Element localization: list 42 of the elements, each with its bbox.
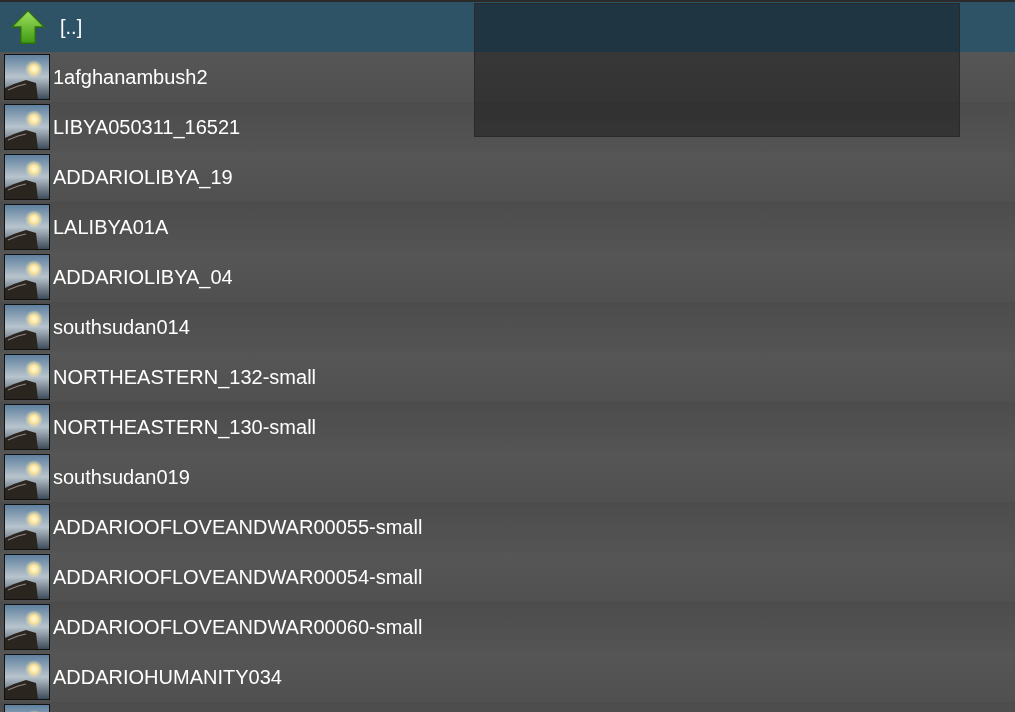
file-name: LALIBYA01A bbox=[53, 215, 169, 239]
file-row[interactable]: NORTHEASTERN_130-small bbox=[0, 402, 1015, 452]
file-row[interactable]: southsudan019 bbox=[0, 452, 1015, 502]
photo-thumbnail bbox=[4, 304, 50, 350]
file-row[interactable]: NORTHEASTERN_132-small bbox=[0, 352, 1015, 402]
file-row[interactable]: ADDARIOOFLOVEANDWAR00054-small bbox=[0, 552, 1015, 602]
photo-thumbnail bbox=[4, 104, 50, 150]
file-name: NORTHEASTERN_130-small bbox=[53, 415, 317, 439]
photo-thumbnail bbox=[4, 454, 50, 500]
file-row[interactable]: southsudan014 bbox=[0, 302, 1015, 352]
file-name: ADDARIOOFLOVEANDWAR00054-small bbox=[53, 565, 423, 589]
file-name: ADDARIOLIBYA_19 bbox=[53, 165, 233, 189]
photo-thumbnail bbox=[4, 154, 50, 200]
file-name: southsudan014 bbox=[53, 315, 190, 339]
file-name: ADDARIOHUMANITY034 bbox=[53, 665, 282, 689]
file-name: ADDARIOLIBYA_04 bbox=[53, 265, 233, 289]
file-row[interactable]: ADDARIOHUMANITY034 bbox=[0, 652, 1015, 702]
file-name: ADDARIOOFLOVEANDWAR00055-small bbox=[53, 515, 423, 539]
photo-thumbnail bbox=[4, 504, 50, 550]
file-row[interactable]: [..] bbox=[0, 2, 1015, 52]
photo-thumbnail bbox=[4, 604, 50, 650]
file-name: ADDARIOOFLOVEANDWAR00060-small bbox=[53, 615, 423, 639]
photo-thumbnail bbox=[4, 654, 50, 700]
up-arrow-icon bbox=[10, 9, 46, 45]
file-name: NORTHEASTERN_132-small bbox=[53, 365, 317, 389]
photo-thumbnail bbox=[4, 54, 50, 100]
file-name: 1afghanambush2 bbox=[53, 65, 208, 89]
file-row[interactable]: ADDARIOLIBYA_04 bbox=[0, 252, 1015, 302]
file-row[interactable]: ADDARIOOFLOVEANDWAR00055-small bbox=[0, 502, 1015, 552]
file-row[interactable]: 1afghanambush2 bbox=[0, 52, 1015, 102]
file-row[interactable]: LIBYA050311_16521 bbox=[0, 102, 1015, 152]
photo-thumbnail bbox=[4, 404, 50, 450]
file-row[interactable]: ADDARIOLIBYA_19 bbox=[0, 152, 1015, 202]
photo-thumbnail bbox=[4, 204, 50, 250]
photo-thumbnail bbox=[4, 354, 50, 400]
file-row[interactable]: ADDARIOOFLOVEANDWAR00060-small bbox=[0, 602, 1015, 652]
photo-thumbnail bbox=[4, 554, 50, 600]
file-name: LIBYA050311_16521 bbox=[53, 115, 241, 139]
photo-thumbnail bbox=[4, 254, 50, 300]
file-row[interactable]: LALIBYA01A bbox=[0, 202, 1015, 252]
file-name: southsudan019 bbox=[53, 465, 190, 489]
file-name: [..] bbox=[60, 15, 83, 39]
